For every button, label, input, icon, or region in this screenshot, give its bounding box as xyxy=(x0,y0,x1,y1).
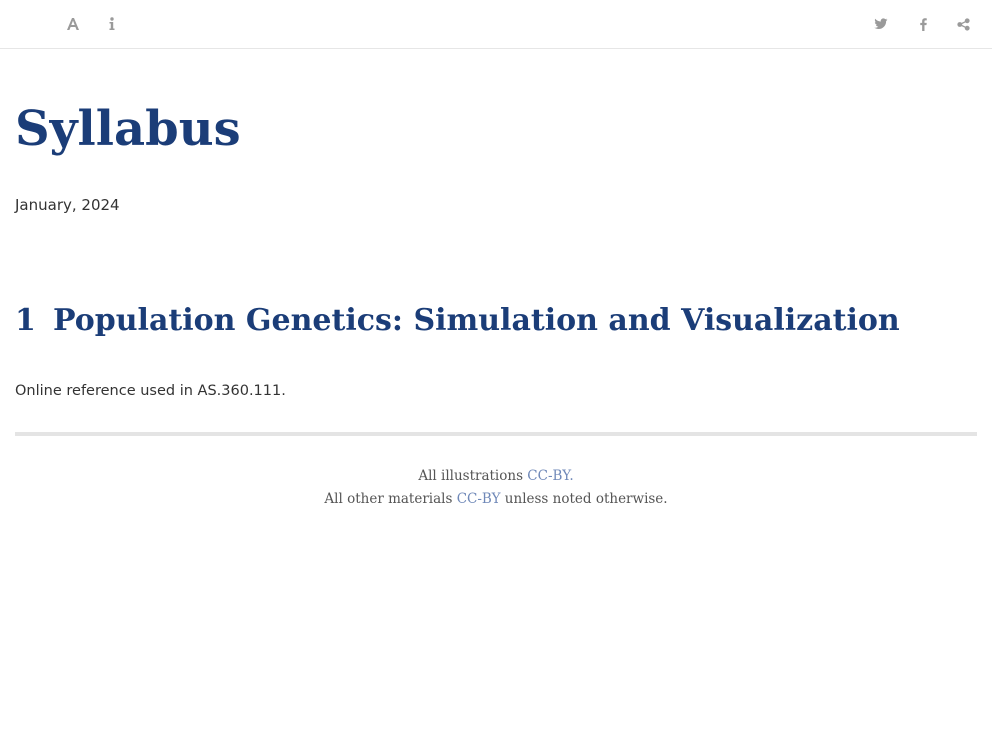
font-settings-icon xyxy=(66,17,80,31)
facebook-share-button[interactable] xyxy=(911,12,935,36)
top-toolbar xyxy=(0,0,992,49)
info-icon xyxy=(108,17,116,31)
footer-line-illustrations: All illustrations CC-BY. xyxy=(0,465,992,488)
twitter-share-button[interactable] xyxy=(869,12,893,36)
page-title: Syllabus xyxy=(15,101,241,157)
section-heading: 1 Population Genetics: Simulation and Vis… xyxy=(15,300,900,342)
twitter-icon xyxy=(874,18,888,30)
facebook-icon xyxy=(919,17,927,31)
footer-materials-text: All other materials xyxy=(324,491,457,507)
section-number: 1 xyxy=(15,303,36,338)
divider xyxy=(15,432,977,436)
footer-materials-suffix: unless noted otherwise. xyxy=(500,491,668,507)
section-body-text: Online reference used in AS.360.111. xyxy=(15,383,286,399)
page-date: January, 2024 xyxy=(15,196,120,214)
font-settings-button[interactable] xyxy=(61,12,85,36)
footer-illustrations-text: All illustrations xyxy=(418,468,528,484)
section-title: Population Genetics: Simulation and Visu… xyxy=(53,303,900,338)
share-icon xyxy=(956,17,970,31)
illustrations-license-link[interactable]: CC-BY. xyxy=(527,468,573,484)
share-button[interactable] xyxy=(951,12,975,36)
footer-line-materials: All other materials CC-BY unless noted o… xyxy=(0,488,992,511)
footer: All illustrations CC-BY. All other mater… xyxy=(0,465,992,511)
info-button[interactable] xyxy=(100,12,124,36)
materials-license-link[interactable]: CC-BY xyxy=(457,491,501,507)
